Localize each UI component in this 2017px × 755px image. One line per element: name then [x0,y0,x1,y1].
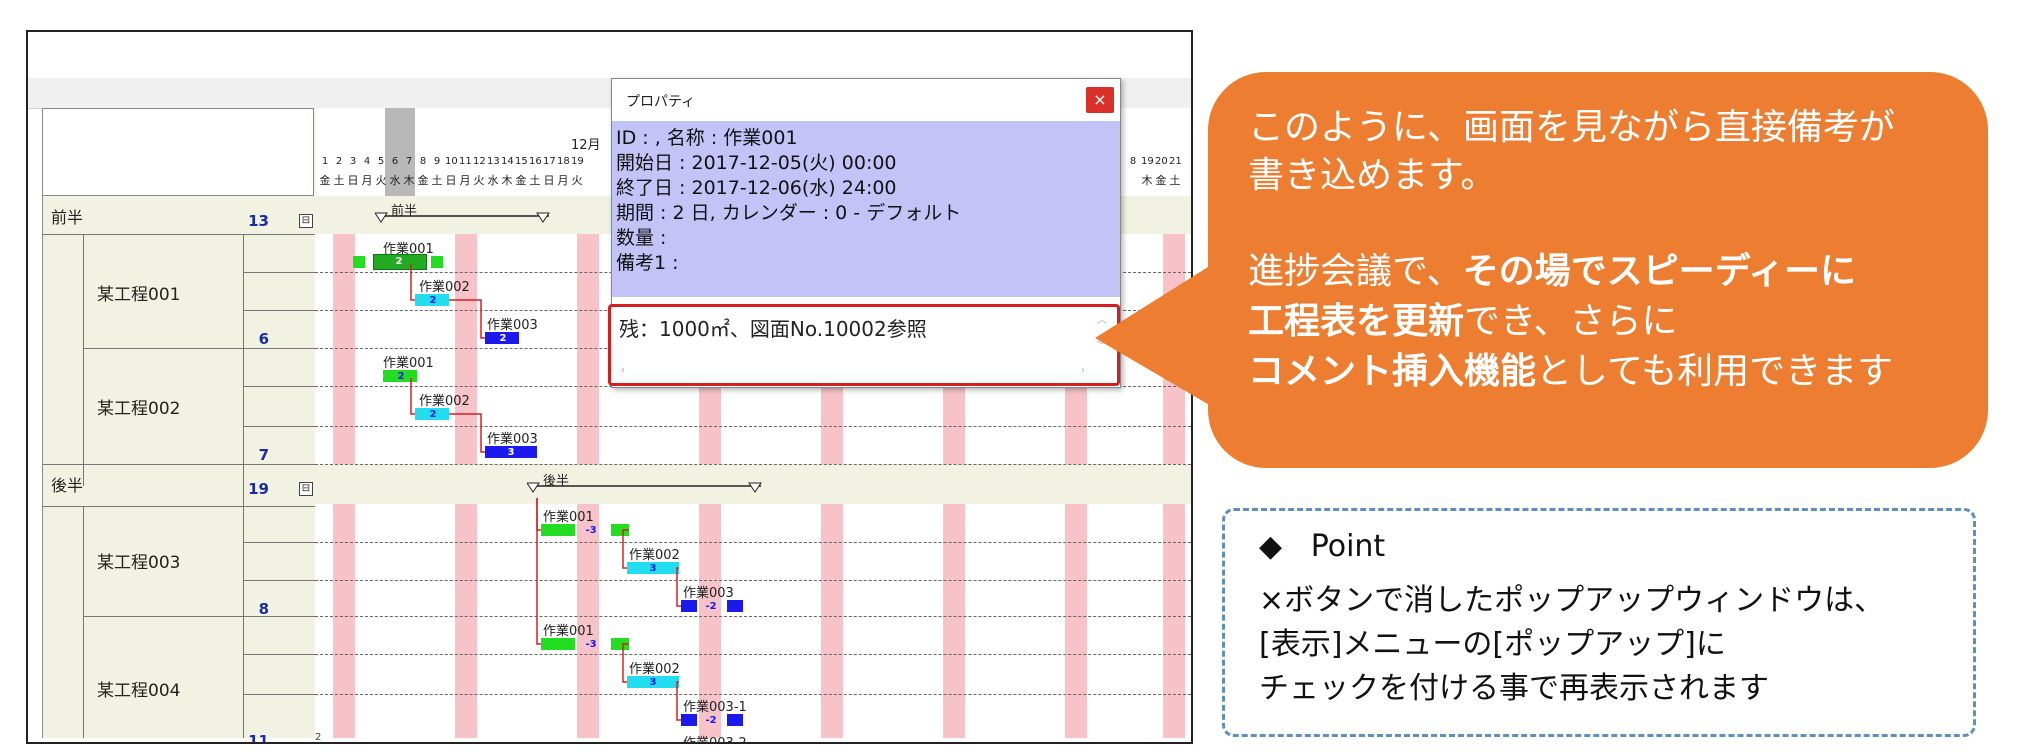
collapse-toggle-zenhan[interactable]: ⊟ [299,214,313,228]
info-end-date: 終了日 : 2017-12-06(水) 24:00 [616,177,897,199]
row-divider [243,542,315,543]
properties-dialog[interactable]: プロパティ × ID : , 名称 : 作業001 開始日 : 2017-12-… [608,78,1121,388]
collapse-toggle-kouhan[interactable]: ⊟ [299,482,313,496]
callout-emphasis: その場でスピーディーに [1462,251,1857,292]
process-count: 7 [258,446,269,464]
callout-line-5: コメント挿入機能としても利用できます [1248,342,1893,394]
point-note-box: ◆ Point ×ボタンで消したポップアップウィンドウは、 [表示]メニューの[… [1222,508,1976,737]
process-count: 11 [248,732,269,744]
callout-text: としても利用できます [1536,351,1894,392]
process-count: 6 [258,330,269,348]
row-divider [243,694,315,695]
callout-bubble: このように、画面を見ながら直接備考が 書き込めます。 進捗会議で、その場でスピー… [1208,72,1988,468]
scroll-left-icon[interactable]: ‹ [621,365,625,376]
callout-text: 進捗会議で、 [1248,251,1463,292]
row-divider [243,272,315,273]
dialog-info-panel: ID : , 名称 : 作業001 開始日 : 2017-12-05(火) 00… [612,121,1120,297]
row-divider [243,310,315,311]
point-heading-text: Point [1310,529,1386,564]
callout-line-2: 書き込めます。 [1248,155,1497,196]
info-duration: 期間 : 2 日, カレンダー : 0 - デフォルト [616,202,962,224]
process-label: 某工程004 [97,681,181,701]
group-count: 13 [248,212,269,230]
info-quantity: 数量 : [616,227,667,249]
tree-line [83,234,84,486]
process-tree-header [42,108,314,196]
process-label: 某工程003 [97,553,181,573]
callout-line-4: 工程表を更新でき、さらに [1248,292,1678,344]
diamond-icon: ◆ [1259,529,1283,564]
process-label: 某工程002 [97,399,181,419]
callout-text: でき、さらに [1464,301,1678,342]
row-divider [243,580,315,581]
point-line-3: チェックを付ける事で再表示されます [1259,671,1769,706]
row-divider [243,426,315,427]
callout-emphasis: コメント挿入機能 [1248,351,1537,392]
callout-line-3: 進捗会議で、その場でスピーディーに [1248,242,1856,294]
close-button[interactable]: × [1086,87,1114,113]
row-divider [243,386,315,387]
process-label: 某工程001 [97,285,181,305]
info-start-date: 開始日 : 2017-12-05(火) 00:00 [616,152,897,174]
group-label-zenhan: 前半 [51,208,84,227]
dialog-title: プロパティ [626,94,696,110]
row-divider [43,464,315,465]
row-divider [83,616,315,617]
row-divider [43,506,315,507]
info-remark: 備考1 : [616,252,679,274]
scroll-right-icon[interactable]: › [1081,365,1085,376]
remark-textarea[interactable]: 残：1000㎡、図面No.10002参照 ︿ ﹀ ‹ › [608,304,1120,386]
tree-line [83,506,84,738]
callout-line-1: このように、画面を見ながら直接備考が [1248,107,1895,148]
callout-emphasis: 工程表を更新 [1248,301,1465,342]
process-tree-panel: 前半 13 ⊟ 某工程001 6 某工程002 7 後半 19 ⊟ 某工程003… [42,108,315,742]
group-label-kouhan: 後半 [51,476,84,495]
footer-number: 2 [315,732,322,743]
group-count: 19 [248,480,269,498]
row-divider [43,234,315,235]
point-line-2: [表示]メニューの[ポップアップ]に [1259,627,1726,662]
row-divider [83,348,315,349]
remark-text[interactable]: 残：1000㎡、図面No.10002参照 [619,313,927,342]
row-divider [243,654,315,655]
info-id-name: ID : , 名称 : 作業001 [616,127,798,149]
point-heading: ◆ Point [1259,529,1385,564]
point-line-1: ×ボタンで消したポップアップウィンドウは、 [1259,583,1885,618]
gantt-toolbar-area [28,32,1191,78]
dialog-titlebar[interactable]: プロパティ × [612,79,1120,122]
